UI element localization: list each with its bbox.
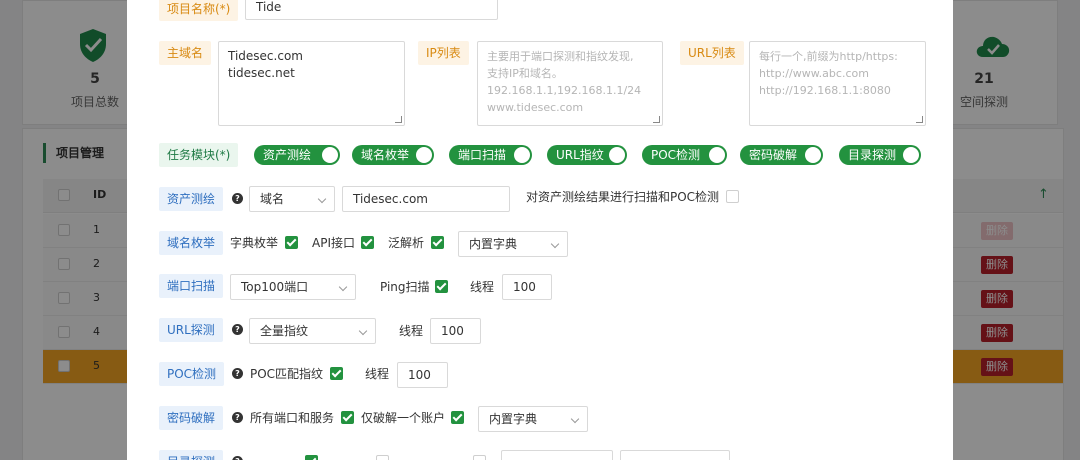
toggle-port-scan[interactable]: 端口扫描 [449,145,532,165]
dir-option-checkbox[interactable] [473,455,486,460]
scan-poc-text: 对资产测绘结果进行扫描和POC检测 [526,190,720,204]
dir-option-checkbox[interactable] [376,455,389,460]
password-dict-value: 内置字典 [489,412,538,426]
ping-scan-text: Ping扫描 [380,280,430,294]
all-ports-text: 所有端口和服务 [250,411,335,425]
toggle-dir-probe[interactable]: 目录探测 [839,145,921,165]
port-threads-text: 线程 [470,280,495,294]
api-text: API接口 [312,236,355,250]
url-threads-text: 线程 [399,324,424,338]
chevron-down-icon [317,194,327,204]
chevron-down-icon [358,326,368,336]
poc-match-checkbox[interactable] [330,367,343,380]
project-name-label: 项目名称(*) [159,0,239,21]
toggle-knob [416,147,432,163]
toggle-knob [609,147,625,163]
poc-threads-text: 线程 [365,367,390,381]
scan-poc-checkbox[interactable] [726,190,739,203]
chevron-down-icon [550,239,560,249]
toggle-knob [514,147,530,163]
poc-check-label: POC检测 [159,362,225,386]
domain-enum-label: 域名枚举 [159,231,224,255]
fingerprint-value: 全量指纹 [260,324,309,338]
ip-list-textarea[interactable]: 主要用于端口探测和指纹发现, 支持IP和域名。 192.168.1.1,192.… [477,41,663,126]
password-dict-select[interactable]: 内置字典 [478,406,588,432]
ip-list-placeholder: 主要用于端口探测和指纹发现, [487,50,634,63]
url-list-placeholder: http://www.abc.com [759,67,869,80]
toggle-label: 端口扫描 [458,148,507,162]
dict-enum-text: 字典枚举 [230,236,279,250]
poc-match-text: POC匹配指纹 [250,367,324,381]
help-icon[interactable]: ? [232,412,243,423]
toggle-knob [903,147,919,163]
asset-mapping-label: 资产测绘 [159,187,224,211]
toggle-knob [322,147,338,163]
url-list-placeholder: http://192.168.1.1:8080 [759,84,891,97]
task-modules-label: 任务模块(*) [159,143,239,167]
ping-scan-checkbox[interactable] [435,280,448,293]
domain-dict-value: 内置字典 [469,237,518,251]
url-list-textarea[interactable]: 每行一个,前缀为http/https: http://www.abc.com h… [749,41,926,126]
toggle-label: 域名枚举 [361,148,410,162]
toggle-password-crack[interactable]: 密码破解 [740,145,823,165]
dir-select[interactable] [501,450,613,460]
main-domain-label: 主域名 [159,41,212,65]
toggle-knob [805,147,821,163]
wildcard-text: 泛解析 [388,236,425,250]
port-scan-label: 端口扫描 [159,274,224,298]
main-domain-textarea[interactable]: Tidesec.com tidesec.net [218,41,405,126]
help-icon[interactable]: ? [232,368,243,379]
toggle-url-fingerprint[interactable]: URL指纹 [547,145,627,165]
new-project-modal: 项目名称(*) Tide 主域名 Tidesec.com tidesec.net… [127,0,953,460]
domain-dict-select[interactable]: 内置字典 [458,231,568,257]
dict-enum-checkbox[interactable] [285,236,298,249]
asset-type-select[interactable]: 域名 [249,186,335,212]
wildcard-checkbox[interactable] [431,236,444,249]
ip-list-placeholder: www.tidesec.com [487,101,584,114]
all-ports-checkbox[interactable] [341,411,354,424]
url-list-placeholder: 每行一个,前缀为http/https: [759,50,898,63]
toggle-label: POC检测 [651,148,701,162]
password-crack-label: 密码破解 [159,406,224,430]
chevron-down-icon [338,282,348,292]
ip-list-placeholder: 支持IP和域名。 [487,67,563,80]
toggle-domain-enum[interactable]: 域名枚举 [352,145,434,165]
dir-option-checkbox[interactable] [305,455,318,460]
url-threads-input[interactable]: 100 [430,318,481,344]
resize-handle-icon[interactable] [395,116,402,123]
help-icon[interactable]: ? [232,324,243,335]
port-range-value: Top100端口 [241,280,309,294]
fingerprint-select[interactable]: 全量指纹 [249,318,376,344]
port-threads-input[interactable]: 100 [502,274,552,300]
url-probe-label: URL探测 [159,318,223,342]
help-icon[interactable]: ? [232,456,243,460]
url-list-label: URL列表 [680,41,744,65]
port-range-select[interactable]: Top100端口 [230,274,356,300]
toggle-knob [709,147,725,163]
single-account-checkbox[interactable] [451,411,464,424]
resize-handle-icon[interactable] [653,116,660,123]
toggle-label: 密码破解 [749,148,798,162]
poc-threads-input[interactable]: 100 [397,362,448,388]
help-icon[interactable]: ? [232,193,243,204]
dir-dict-select[interactable] [620,450,730,460]
toggle-label: 资产测绘 [263,148,312,162]
main-domain-line: Tidesec.com [228,49,303,63]
toggle-label: 目录探测 [848,148,897,162]
toggle-poc-check[interactable]: POC检测 [642,145,727,165]
toggle-asset-mapping[interactable]: 资产测绘 [254,145,340,165]
single-account-text: 仅破解一个账户 [361,411,446,425]
asset-query-input[interactable]: Tidesec.com [342,186,510,212]
resize-handle-icon[interactable] [916,116,923,123]
dir-probe-label: 目录探测 [159,450,224,460]
asset-type-value: 域名 [260,192,285,206]
project-name-input[interactable]: Tide [245,0,498,20]
ip-list-placeholder: 192.168.1.1,192.168.1.1/24 [487,84,642,97]
ip-list-label: IP列表 [418,41,469,65]
api-checkbox[interactable] [361,236,374,249]
toggle-label: URL指纹 [556,148,604,162]
chevron-down-icon [570,414,580,424]
main-domain-line: tidesec.net [228,66,295,80]
